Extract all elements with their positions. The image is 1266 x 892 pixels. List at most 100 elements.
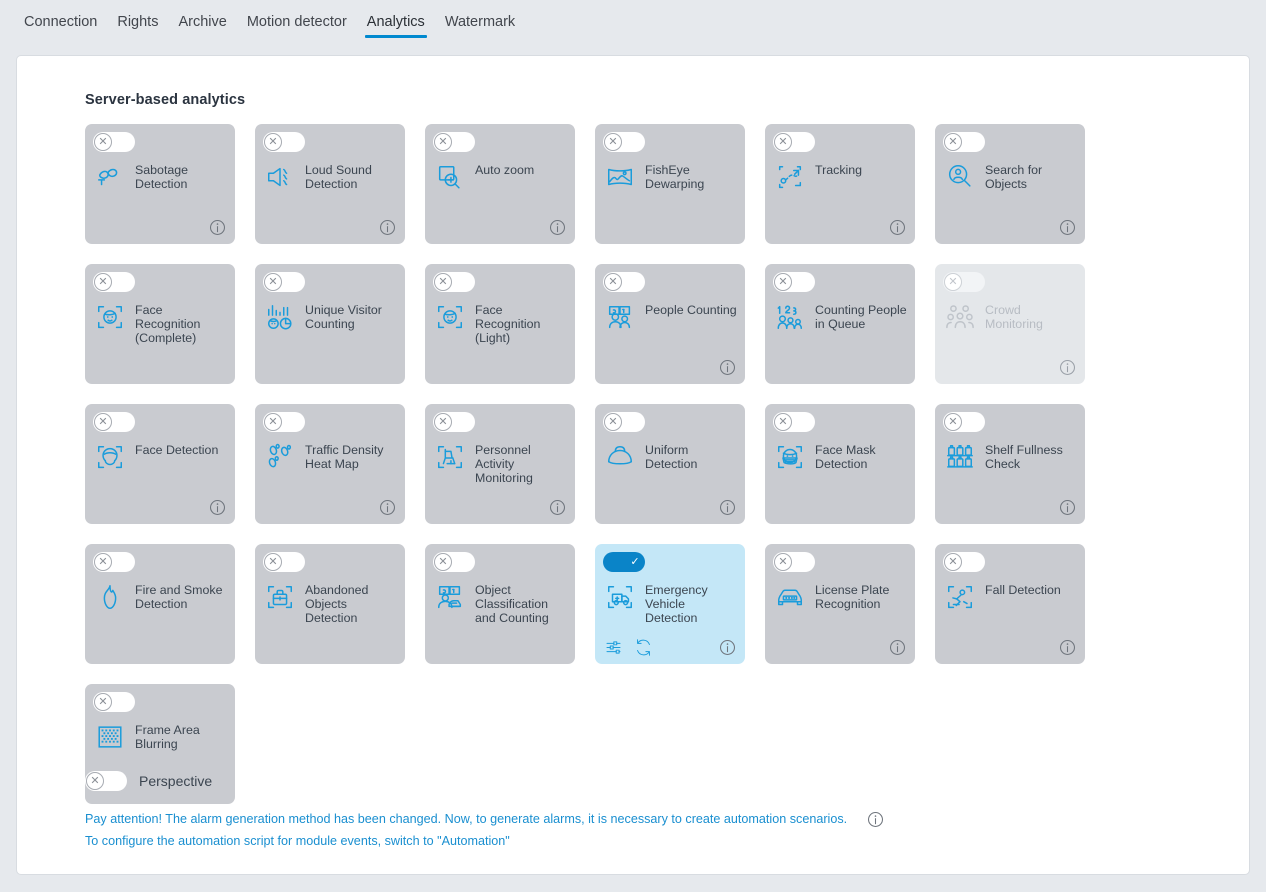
tab-connection[interactable]: Connection	[14, 0, 107, 42]
object-classification-icon	[433, 580, 467, 614]
card-label: Tracking	[815, 163, 863, 177]
toggle-uniform-detection[interactable]: ✕	[603, 412, 645, 432]
toggle-perspective[interactable]: ✕	[85, 771, 127, 791]
page-title: Server-based analytics	[85, 92, 246, 108]
analytics-card-auto-zoom[interactable]: ✕ Auto zoom	[425, 124, 575, 244]
analytics-card-uniform-detection[interactable]: ✕ Uniform Detection	[595, 404, 745, 524]
toggle-tracking[interactable]: ✕	[773, 132, 815, 152]
settings-sliders-icon[interactable]	[603, 637, 623, 657]
toggle-fire-and-smoke-detection[interactable]: ✕	[93, 552, 135, 572]
toggle-people-counting[interactable]: ✕	[603, 272, 645, 292]
analytics-card-loud-sound-detection[interactable]: ✕ Loud Sound Detection	[255, 124, 405, 244]
card-footer	[433, 496, 567, 518]
analytics-card-traffic-density-heat-map[interactable]: ✕ Traffic Density Heat Map	[255, 404, 405, 524]
card-footer	[773, 636, 907, 658]
toggle-knob: ✕	[944, 553, 962, 571]
toggle-counting-people-in-queue[interactable]: ✕	[773, 272, 815, 292]
info-icon[interactable]	[1057, 497, 1077, 517]
analytics-card-license-plate-recognition[interactable]: ✕ License Plate Recognition	[765, 544, 915, 664]
toggle-personnel-activity-monitoring[interactable]: ✕	[433, 412, 475, 432]
toggle-object-classification-and-counting[interactable]: ✕	[433, 552, 475, 572]
card-label: Sabotage Detection	[135, 163, 189, 191]
info-icon[interactable]	[1057, 357, 1077, 377]
card-body: License Plate Recognition	[773, 580, 907, 614]
analytics-card-tracking[interactable]: ✕ Tracking	[765, 124, 915, 244]
card-label: Face Detection	[135, 443, 219, 457]
analytics-card-shelf-fullness-check[interactable]: ✕ Shelf Fullness Check	[935, 404, 1085, 524]
toggle-knob: ✕	[86, 772, 104, 790]
toggle-sabotage-detection[interactable]: ✕	[93, 132, 135, 152]
toggle-license-plate-recognition[interactable]: ✕	[773, 552, 815, 572]
auto-zoom-icon	[433, 160, 467, 194]
analytics-card-fire-and-smoke-detection[interactable]: ✕ Fire and Smoke Detection	[85, 544, 235, 664]
analytics-panel: Server-based analytics ✕ Sabotage Detecti…	[16, 55, 1250, 875]
info-icon[interactable]	[207, 217, 227, 237]
fisheye-dewarping-icon	[603, 160, 637, 194]
toggle-search-for-objects[interactable]: ✕	[943, 132, 985, 152]
card-body: Frame Area Blurring	[93, 720, 227, 754]
analytics-card-fisheye-dewarping[interactable]: ✕ FishEye Dewarping	[595, 124, 745, 244]
toggle-auto-zoom[interactable]: ✕	[433, 132, 475, 152]
analytics-card-personnel-activity-monitoring[interactable]: ✕ Personnel Activity Monitoring	[425, 404, 575, 524]
analytics-card-fall-detection[interactable]: ✕ Fall Detection	[935, 544, 1085, 664]
analytics-card-face-recognition-light[interactable]: ✕ Face Recognition (Light)	[425, 264, 575, 384]
tab-rights[interactable]: Rights	[107, 0, 168, 42]
card-label: License Plate Recognition	[815, 583, 890, 611]
toggle-crowd-monitoring[interactable]: ✕	[943, 272, 985, 292]
toggle-face-mask-detection[interactable]: ✕	[773, 412, 815, 432]
tab-analytics[interactable]: Analytics	[357, 0, 435, 42]
toggle-shelf-fullness-check[interactable]: ✕	[943, 412, 985, 432]
card-body: Traffic Density Heat Map	[263, 440, 397, 474]
toggle-frame-area-blurring[interactable]: ✕	[93, 692, 135, 712]
info-icon[interactable]	[717, 497, 737, 517]
info-icon[interactable]	[377, 217, 397, 237]
toggle-face-detection[interactable]: ✕	[93, 412, 135, 432]
toggle-loud-sound-detection[interactable]: ✕	[263, 132, 305, 152]
refresh-icon[interactable]	[633, 637, 653, 657]
analytics-card-emergency-vehicle-detection[interactable]: ✓ Emergency Vehicle Detection	[595, 544, 745, 664]
card-label: Shelf Fullness Check	[985, 443, 1063, 471]
analytics-card-sabotage-detection[interactable]: ✕ Sabotage Detection	[85, 124, 235, 244]
info-icon[interactable]	[377, 497, 397, 517]
info-icon[interactable]	[887, 637, 907, 657]
analytics-card-face-mask-detection[interactable]: ✕ Face Mask Detection	[765, 404, 915, 524]
toggle-knob: ✕	[94, 553, 112, 571]
toggle-fall-detection[interactable]: ✕	[943, 552, 985, 572]
toggle-knob: ✕	[264, 413, 282, 431]
analytics-card-object-classification-and-counting[interactable]: ✕ Object Classification and Counting	[425, 544, 575, 664]
card-footer	[773, 356, 907, 378]
toggle-unique-visitor-counting[interactable]: ✕	[263, 272, 305, 292]
info-icon[interactable]	[547, 217, 567, 237]
info-icon[interactable]	[887, 217, 907, 237]
analytics-card-search-for-objects[interactable]: ✕ Search for Objects	[935, 124, 1085, 244]
notice-info-icon[interactable]	[865, 809, 885, 829]
tab-archive[interactable]: Archive	[168, 0, 236, 42]
analytics-card-abandoned-objects-detection[interactable]: ✕ Abandoned Objects Detection	[255, 544, 405, 664]
tab-motion-detector[interactable]: Motion detector	[237, 0, 357, 42]
notice-line-2: To configure the automation script for m…	[85, 834, 510, 848]
analytics-card-crowd-monitoring[interactable]: ✕ Crowd Monitoring	[935, 264, 1085, 384]
info-icon[interactable]	[1057, 637, 1077, 657]
card-label: Counting People in Queue	[815, 303, 907, 331]
toggle-face-recognition-complete[interactable]: ✕	[93, 272, 135, 292]
card-footer	[603, 636, 737, 658]
analytics-card-face-recognition-complete[interactable]: ✕ Face Recognition (Complete)	[85, 264, 235, 384]
toggle-abandoned-objects-detection[interactable]: ✕	[263, 552, 305, 572]
toggle-emergency-vehicle-detection[interactable]: ✓	[603, 552, 645, 572]
info-icon[interactable]	[207, 497, 227, 517]
tab-watermark[interactable]: Watermark	[435, 0, 525, 42]
toggle-traffic-density-heat-map[interactable]: ✕	[263, 412, 305, 432]
card-footer	[943, 496, 1077, 518]
info-icon[interactable]	[547, 497, 567, 517]
analytics-card-face-detection[interactable]: ✕ Face Detection	[85, 404, 235, 524]
toggle-face-recognition-light[interactable]: ✕	[433, 272, 475, 292]
toggle-knob: ✕	[774, 553, 792, 571]
analytics-card-counting-people-in-queue[interactable]: ✕ Counting People in Queue	[765, 264, 915, 384]
analytics-card-people-counting[interactable]: ✕ People Counting	[595, 264, 745, 384]
card-footer	[433, 356, 567, 378]
toggle-fisheye-dewarping[interactable]: ✕	[603, 132, 645, 152]
info-icon[interactable]	[717, 357, 737, 377]
info-icon[interactable]	[1057, 217, 1077, 237]
analytics-card-unique-visitor-counting[interactable]: ✕ Unique Visitor Counting	[255, 264, 405, 384]
info-icon[interactable]	[717, 637, 737, 657]
